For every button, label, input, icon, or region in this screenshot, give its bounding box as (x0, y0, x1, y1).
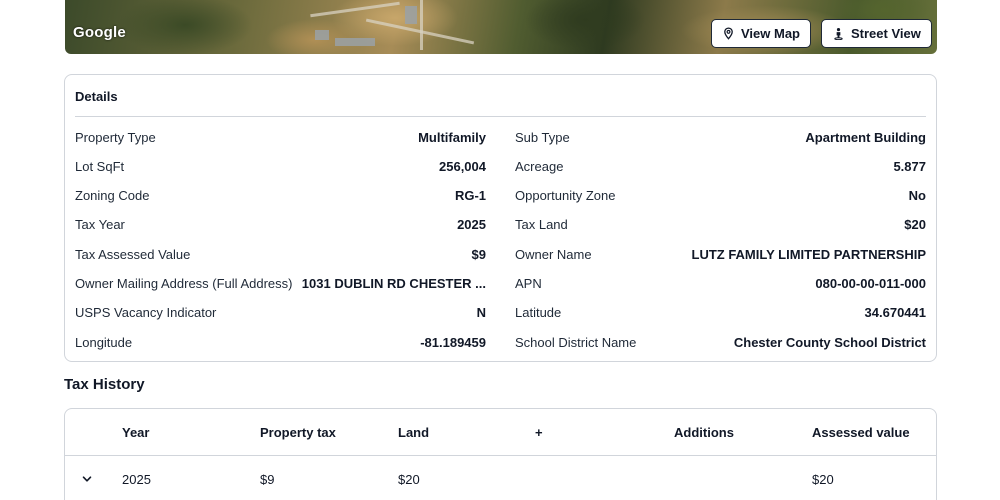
view-map-button[interactable]: View Map (711, 19, 812, 48)
detail-value: 080-00-00-011-000 (815, 275, 926, 291)
detail-longitude: Longitude -81.189459 (75, 333, 486, 351)
street-view-label: Street View (851, 26, 921, 41)
map-road (310, 1, 400, 18)
detail-value: LUTZ FAMILY LIMITED PARTNERSHIP (691, 246, 927, 262)
column-header-assessed-value[interactable]: Assessed value (812, 425, 910, 440)
view-map-label: View Map (741, 26, 801, 41)
detail-tax-land: Tax Land $20 (515, 215, 926, 233)
map-road (420, 0, 423, 50)
detail-value: $20 (904, 216, 926, 232)
details-title: Details (75, 89, 118, 104)
detail-school-district: School District Name Chester County Scho… (515, 333, 926, 351)
map-building (335, 38, 375, 46)
details-divider (75, 116, 926, 117)
detail-value: N (476, 304, 486, 320)
detail-label: APN (515, 275, 542, 291)
column-header-land[interactable]: Land (398, 425, 429, 440)
detail-label: Latitude (515, 304, 562, 320)
detail-value: 34.670441 (864, 304, 926, 320)
detail-tax-year: Tax Year 2025 (75, 215, 486, 233)
cell-year: 2025 (122, 472, 151, 487)
detail-value: RG-1 (454, 187, 486, 203)
tax-history-title: Tax History (64, 376, 145, 393)
detail-label: Tax Assessed Value (75, 246, 191, 262)
detail-label: Owner Name (515, 246, 592, 262)
map-pin-icon (724, 27, 733, 40)
chevron-down-icon[interactable] (81, 473, 93, 485)
street-view-person-icon (834, 28, 843, 40)
detail-opportunity-zone: Opportunity Zone No (515, 186, 926, 204)
detail-label: Longitude (75, 334, 133, 350)
detail-label: Zoning Code (75, 187, 150, 203)
detail-zoning-code: Zoning Code RG-1 (75, 186, 486, 204)
detail-tax-assessed-value: Tax Assessed Value $9 (75, 245, 486, 263)
detail-acreage: Acreage 5.877 (515, 157, 926, 175)
detail-label: School District Name (515, 334, 637, 350)
detail-value: Multifamily (418, 129, 486, 145)
detail-value: Chester County School District (733, 334, 926, 350)
detail-sub-type: Sub Type Apartment Building (515, 128, 926, 146)
tax-history-table: Year Property tax Land + Additions Asses… (64, 408, 937, 500)
detail-label: Lot SqFt (75, 158, 125, 174)
column-header-property-tax[interactable]: Property tax (260, 425, 336, 440)
google-logo: Google (73, 24, 126, 41)
detail-value: Apartment Building (805, 129, 926, 145)
detail-apn: APN 080-00-00-011-000 (515, 274, 926, 292)
detail-value: 5.877 (893, 158, 926, 174)
map-building (315, 30, 329, 40)
detail-value: 1031 DUBLIN RD CHESTER ... (301, 275, 486, 291)
detail-lot-sqft: Lot SqFt 256,004 (75, 157, 486, 175)
detail-property-type: Property Type Multifamily (75, 128, 486, 146)
column-header-year[interactable]: Year (122, 425, 149, 440)
detail-value: -81.189459 (420, 334, 486, 350)
map-building (405, 6, 417, 24)
detail-label: Tax Year (75, 216, 125, 232)
detail-owner-mailing-address: Owner Mailing Address (Full Address) 103… (75, 274, 486, 292)
column-header-additions[interactable]: Additions (674, 425, 734, 440)
detail-value: 256,004 (439, 158, 486, 174)
detail-label: USPS Vacancy Indicator (75, 304, 217, 320)
detail-value: $9 (471, 246, 486, 262)
detail-value: 2025 (457, 216, 486, 232)
details-card: Details Property Type Multifamily Lot Sq… (64, 74, 937, 362)
detail-latitude: Latitude 34.670441 (515, 303, 926, 321)
detail-label: Property Type (75, 129, 156, 145)
cell-land: $20 (398, 472, 420, 487)
detail-label: Opportunity Zone (515, 187, 616, 203)
column-header-plus[interactable]: + (535, 425, 543, 440)
detail-label: Acreage (515, 158, 564, 174)
street-view-button[interactable]: Street View (821, 19, 932, 48)
detail-label: Owner Mailing Address (Full Address) (75, 275, 293, 291)
detail-value: No (908, 187, 926, 203)
map-preview[interactable]: Google View Map Street View (65, 0, 937, 54)
detail-label: Sub Type (515, 129, 570, 145)
table-header: Year Property tax Land + Additions Asses… (65, 409, 936, 456)
cell-property-tax: $9 (260, 472, 275, 487)
detail-owner-name: Owner Name LUTZ FAMILY LIMITED PARTNERSH… (515, 245, 926, 263)
detail-label: Tax Land (515, 216, 568, 232)
cell-assessed-value: $20 (812, 472, 834, 487)
detail-usps-vacancy: USPS Vacancy Indicator N (75, 303, 486, 321)
